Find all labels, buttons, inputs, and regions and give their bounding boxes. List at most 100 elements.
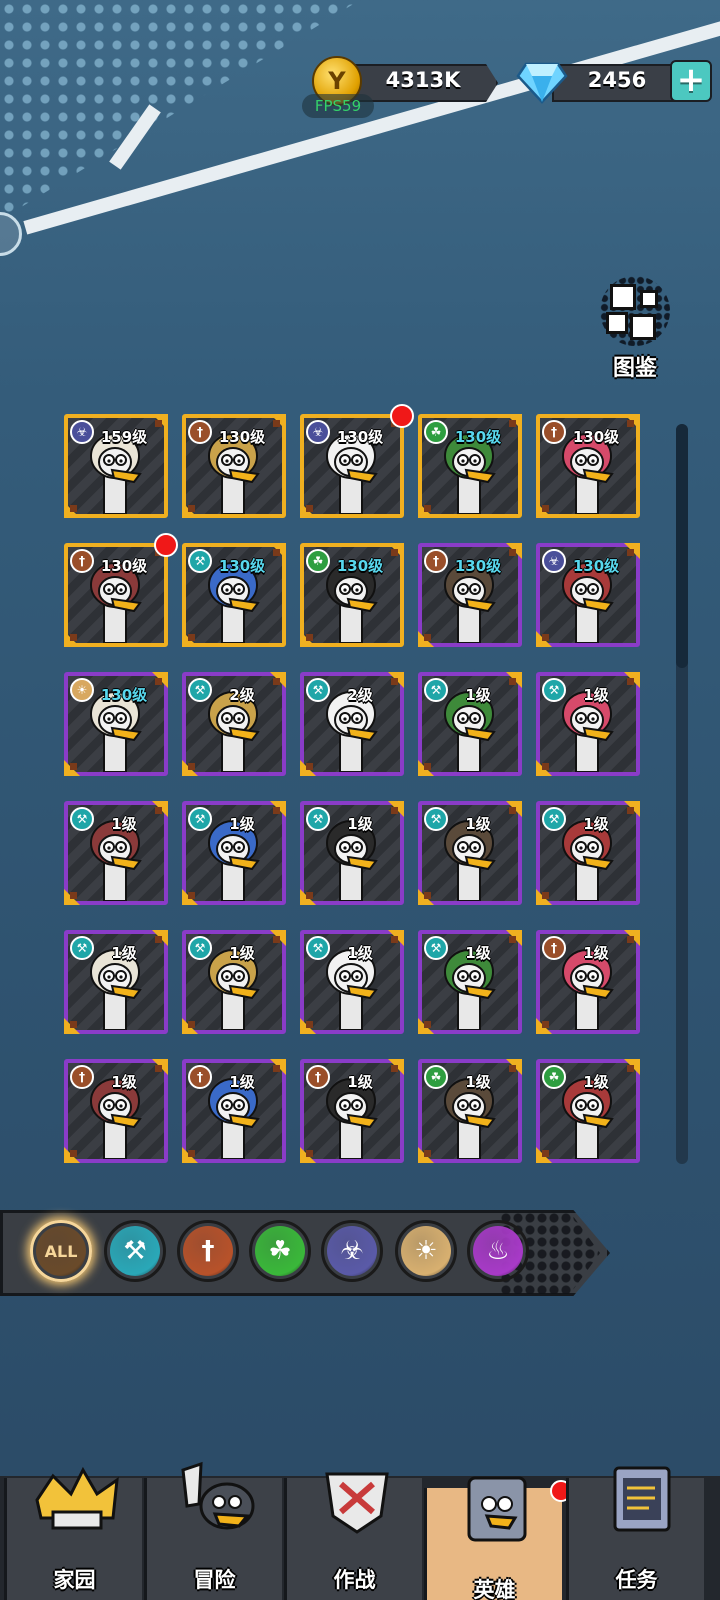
hero-card[interactable]: † 130级 bbox=[182, 414, 286, 518]
hero-card[interactable]: † 130级 bbox=[64, 533, 178, 647]
sun-icon: ☀ bbox=[70, 678, 94, 702]
filter-biohazard-button[interactable]: ☣ bbox=[321, 1220, 383, 1282]
wrench-icon: ⚒ bbox=[306, 678, 330, 702]
hero-card[interactable]: ☘ 130级 bbox=[418, 414, 522, 518]
wrench-icon: ⚒ bbox=[188, 936, 212, 960]
filter-dagger-button[interactable]: † bbox=[177, 1220, 239, 1282]
hero-card[interactable]: ☣ 130级 bbox=[300, 404, 414, 518]
hero-card[interactable]: ⚒ 1级 bbox=[300, 930, 404, 1034]
frame-stud bbox=[306, 505, 313, 512]
frame-stud bbox=[391, 549, 398, 556]
codex-label: 图鉴 bbox=[612, 356, 657, 381]
nav-battle[interactable]: 作战 bbox=[284, 1472, 422, 1600]
hero-level: 130级 bbox=[454, 428, 502, 446]
dagger-icon: † bbox=[70, 549, 94, 573]
hero-card[interactable]: ☘ 1级 bbox=[536, 1059, 640, 1163]
codex-button[interactable]: 图鉴 bbox=[590, 276, 680, 386]
hero-level: 2级 bbox=[229, 686, 255, 704]
hero-card[interactable]: † 1级 bbox=[64, 1059, 168, 1163]
wrench-icon: ⚒ bbox=[70, 807, 94, 831]
frame-stud bbox=[542, 763, 549, 770]
dagger-icon: † bbox=[188, 1065, 212, 1089]
frame-stud bbox=[391, 807, 398, 814]
filter-leaf-button[interactable]: ☘ bbox=[249, 1220, 311, 1282]
hero-card[interactable]: † 130级 bbox=[536, 414, 640, 518]
hero-level: 1级 bbox=[229, 815, 255, 833]
hero-card[interactable]: ⚒ 1级 bbox=[418, 930, 522, 1034]
hero-level: 1级 bbox=[583, 815, 609, 833]
frame-stud bbox=[70, 763, 77, 770]
dagger-icon: † bbox=[70, 1065, 94, 1089]
filter-sun-button[interactable]: ☀ bbox=[395, 1220, 457, 1282]
frame-stud bbox=[424, 1021, 431, 1028]
wrench-icon: ⚒ bbox=[424, 936, 448, 960]
hero-card[interactable]: ⚒ 1级 bbox=[418, 672, 522, 776]
frame-stud bbox=[306, 763, 313, 770]
nav-home[interactable]: 家园 bbox=[4, 1466, 142, 1600]
filter-wrench-button[interactable]: ⚒ bbox=[104, 1220, 166, 1282]
frame-stud bbox=[627, 549, 634, 556]
frame-stud bbox=[70, 505, 77, 512]
frame-stud bbox=[273, 936, 280, 943]
frame-stud bbox=[188, 1150, 195, 1157]
hero-level: 130级 bbox=[218, 428, 266, 446]
hero-card[interactable]: ⚒ 1级 bbox=[182, 930, 286, 1034]
hero-card[interactable]: ⚒ 1级 bbox=[182, 801, 286, 905]
fps-counter: FPS59 bbox=[302, 94, 374, 118]
hero-card[interactable]: ⚒ 2级 bbox=[300, 672, 404, 776]
coin-amount: 4313K bbox=[385, 68, 461, 92]
frame-stud bbox=[627, 1065, 634, 1072]
frame-stud bbox=[155, 420, 162, 427]
nav-label: 作战 bbox=[333, 1568, 376, 1592]
frame-stud bbox=[424, 763, 431, 770]
sun-icon: ☀ bbox=[401, 1226, 451, 1276]
hero-card[interactable]: ⚒ 1级 bbox=[418, 801, 522, 905]
add-gems-button[interactable]: + bbox=[670, 60, 712, 102]
hero-card[interactable]: ☀ 130级 bbox=[64, 672, 168, 776]
codex-icon bbox=[600, 276, 670, 346]
hero-card[interactable]: ☘ 130级 bbox=[300, 543, 404, 647]
frame-stud bbox=[70, 1021, 77, 1028]
hero-card[interactable]: ⚒ 1级 bbox=[536, 672, 640, 776]
hero-level: 1级 bbox=[465, 686, 491, 704]
hero-card[interactable]: ⚒ 1级 bbox=[64, 801, 168, 905]
hero-card[interactable]: ☣ 159级 bbox=[64, 414, 168, 518]
filter-all-button[interactable]: ALL bbox=[30, 1220, 92, 1282]
hero-level: 159级 bbox=[100, 428, 148, 446]
hero-card[interactable]: † 1级 bbox=[182, 1059, 286, 1163]
hero-level: 130级 bbox=[100, 686, 148, 704]
nav-hero-book[interactable]: 英雄 bbox=[424, 1476, 572, 1600]
hero-list-scrollbar[interactable] bbox=[676, 424, 688, 1164]
hero-card[interactable]: ☘ 1级 bbox=[418, 1059, 522, 1163]
hero-card[interactable]: ☣ 130级 bbox=[536, 543, 640, 647]
biohazard-icon: ☣ bbox=[70, 420, 94, 444]
leaf-icon: ☘ bbox=[255, 1226, 305, 1276]
hero-card[interactable]: ⚒ 1级 bbox=[64, 930, 168, 1034]
hero-card[interactable]: ⚒ 1级 bbox=[536, 801, 640, 905]
hero-card[interactable]: † 1级 bbox=[536, 930, 640, 1034]
hero-card[interactable]: ⚒ 2级 bbox=[182, 672, 286, 776]
frame-stud bbox=[509, 420, 516, 427]
frame-stud bbox=[155, 807, 162, 814]
nav-quest-scroll[interactable]: 任务 bbox=[566, 1466, 704, 1600]
frame-stud bbox=[306, 1021, 313, 1028]
frame-stud bbox=[509, 807, 516, 814]
frame-stud bbox=[273, 1065, 280, 1072]
leaf-icon: ☘ bbox=[542, 1065, 566, 1089]
wrench-icon: ⚒ bbox=[542, 678, 566, 702]
wrench-icon: ⚒ bbox=[70, 936, 94, 960]
filter-flame-button[interactable]: ♨ bbox=[467, 1220, 529, 1282]
hero-level: 1级 bbox=[465, 944, 491, 962]
scrollbar-thumb[interactable] bbox=[676, 424, 688, 668]
frame-stud bbox=[188, 634, 195, 641]
hero-level: 1级 bbox=[347, 815, 373, 833]
hero-level: 1级 bbox=[229, 944, 255, 962]
hero-card[interactable]: ⚒ 1级 bbox=[300, 801, 404, 905]
hero-card[interactable]: † 130级 bbox=[418, 543, 522, 647]
hero-card[interactable]: ⚒ 130级 bbox=[182, 543, 286, 647]
filter-label: ALL bbox=[44, 1241, 78, 1261]
frame-stud bbox=[273, 420, 280, 427]
nav-adventure[interactable]: 冒险 bbox=[144, 1461, 282, 1600]
hero-card[interactable]: † 1级 bbox=[300, 1059, 404, 1163]
hero-level: 1级 bbox=[111, 815, 137, 833]
